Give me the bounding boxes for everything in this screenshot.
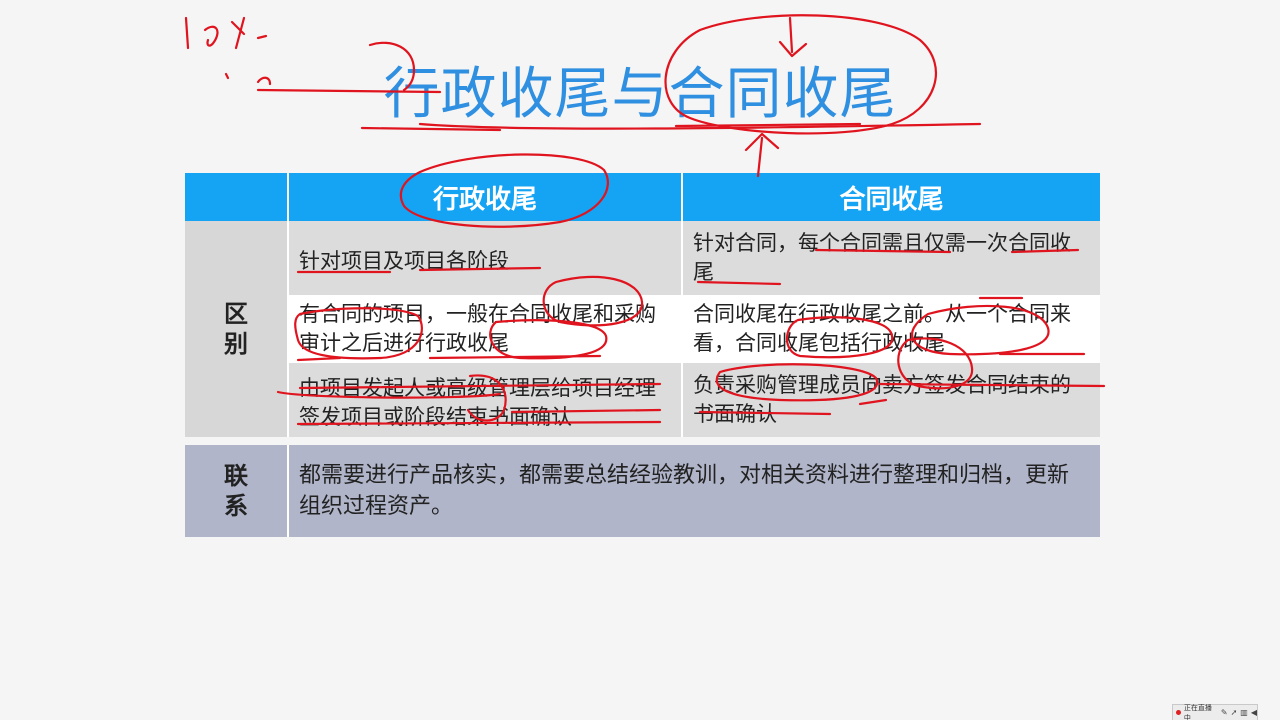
difference-label-text: 区 别	[224, 300, 248, 358]
relation-text: 都需要进行产品核实，都需要总结经验教训，对相关资料进行整理和归档，更新组织过程资…	[289, 445, 1100, 537]
contract-cell: 负责采购管理成员向卖方签发合同结束的书面确认	[683, 363, 1100, 437]
header-contract-closure: 合同收尾	[683, 173, 1100, 221]
difference-label: 区 别	[185, 221, 289, 437]
header-empty-cell	[185, 173, 289, 221]
table-row-relation: 联 系 都需要进行产品核实，都需要总结经验教训，对相关资料进行整理和归档，更新组…	[185, 445, 1100, 537]
live-status-tray[interactable]: 正在直播中 ✎ ➚ ▥ ◀	[1172, 704, 1258, 720]
slide-title: 行政收尾与合同收尾	[383, 62, 897, 127]
admin-cell: 有合同的项目，一般在合同收尾和采购审计之后进行行政收尾	[289, 295, 683, 363]
row-separator	[185, 437, 1100, 445]
volume-icon[interactable]: ◀	[1251, 708, 1257, 717]
table-row: 区 别 针对项目及项目各阶段 针对合同，每个合同需且仅需一次合同收尾	[185, 221, 1100, 437]
table-row: 有合同的项目，一般在合同收尾和采购审计之后进行行政收尾 合同收尾在行政收尾之前。…	[185, 295, 1100, 363]
slide: 行政收尾与合同收尾 行政收尾 合同收尾 区 别 针对项目及项目各阶段 针对合同，…	[0, 0, 1280, 720]
contract-cell: 针对合同，每个合同需且仅需一次合同收尾	[683, 221, 1100, 295]
relation-label: 联 系	[185, 445, 289, 537]
admin-cell: 针对项目及项目各阶段	[289, 221, 683, 295]
contract-cell: 合同收尾在行政收尾之前。从一个合同来看，合同收尾包括行政收尾	[683, 295, 1100, 363]
pointer-icon[interactable]: ➚	[1231, 708, 1238, 717]
live-status-text: 正在直播中	[1183, 703, 1212, 720]
header-admin-closure: 行政收尾	[289, 173, 683, 221]
table-header-row: 行政收尾 合同收尾	[185, 173, 1100, 221]
table-row: 由项目发起人或高级管理层给项目经理签发项目或阶段结束书面确认 负责采购管理成员向…	[185, 363, 1100, 437]
record-dot-icon	[1176, 710, 1181, 715]
comparison-table: 行政收尾 合同收尾 区 别 针对项目及项目各阶段 针对合同，每个合同需且仅需一次…	[185, 173, 1100, 537]
pen-icon[interactable]: ✎	[1221, 708, 1228, 717]
admin-cell: 由项目发起人或高级管理层给项目经理签发项目或阶段结束书面确认	[289, 363, 683, 437]
relation-label-text: 联 系	[224, 462, 248, 520]
audio-icon[interactable]: ▥	[1240, 708, 1248, 717]
